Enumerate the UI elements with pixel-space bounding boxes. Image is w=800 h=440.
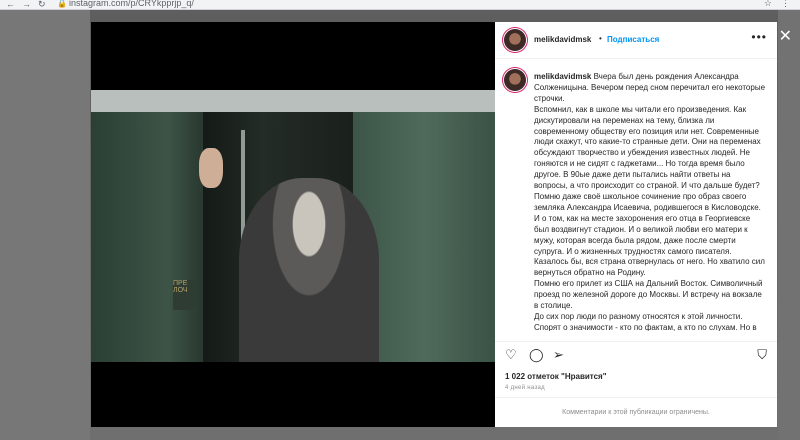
reload-icon[interactable]: ↻ [38,0,46,9]
post-caption: melikdavidmsk Вчера был день рождения Ал… [495,59,777,331]
feed-left-region [0,10,90,440]
post-date[interactable]: 4 дней назад [505,385,545,391]
save-icon[interactable]: ⛉ [757,348,767,361]
caption-username[interactable]: melikdavidmsk [534,72,591,81]
feed-right-region [778,10,800,440]
share-icon[interactable]: ➢ [553,348,564,361]
more-options-icon[interactable]: ••• [751,30,767,44]
caption-body: Вчера был день рождения Александра Солже… [534,72,766,331]
likes-count[interactable]: 1 022 отметок "Нравится" [505,372,607,381]
extensions-icon[interactable]: ⋮ [781,0,790,9]
comments-limited-notice: Комментарии к этой публикации ограничены… [495,397,777,428]
forward-arrow-icon[interactable]: → [22,0,31,9]
post-modal: ПРЕ ЛОЧ melikdavidmsk • Подписаться ••• … [91,22,777,427]
bookmark-star-icon[interactable]: ☆ [764,0,772,9]
browser-address-bar: ← → ↻ 🔒 instagram.com/p/CRYkpprjp_q/ ☆ ⋮ [0,0,800,10]
raised-hand [199,148,223,188]
lock-icon[interactable]: 🔒 [57,0,67,8]
waving-man [239,178,379,362]
back-arrow-icon[interactable]: ← [6,0,15,9]
like-icon[interactable]: ♡ [505,348,517,361]
post-side-panel: melikdavidmsk • Подписаться ••• melikdav… [495,22,777,427]
caption-avatar[interactable] [504,69,526,91]
post-header: melikdavidmsk • Подписаться ••• [495,22,777,59]
author-username[interactable]: melikdavidmsk [534,35,591,44]
post-photo: ПРЕ ЛОЧ [91,90,495,362]
follow-button[interactable]: Подписаться [607,35,659,44]
post-actions: ♡ ◯ ➢ ⛉ [495,341,777,364]
author-avatar[interactable] [504,29,526,51]
train-carriage-left [91,90,201,362]
header-separator: • [599,34,602,43]
url-field[interactable]: instagram.com/p/CRYkpprjp_q/ [69,0,194,8]
close-icon[interactable]: ✕ [779,26,792,46]
photo-sky [91,90,495,112]
carriage-plate: ПРЕ ЛОЧ [173,280,195,310]
comment-icon[interactable]: ◯ [529,348,544,361]
post-media[interactable]: ПРЕ ЛОЧ [91,22,495,427]
caption-text: melikdavidmsk Вчера был день рождения Ал… [534,72,766,331]
